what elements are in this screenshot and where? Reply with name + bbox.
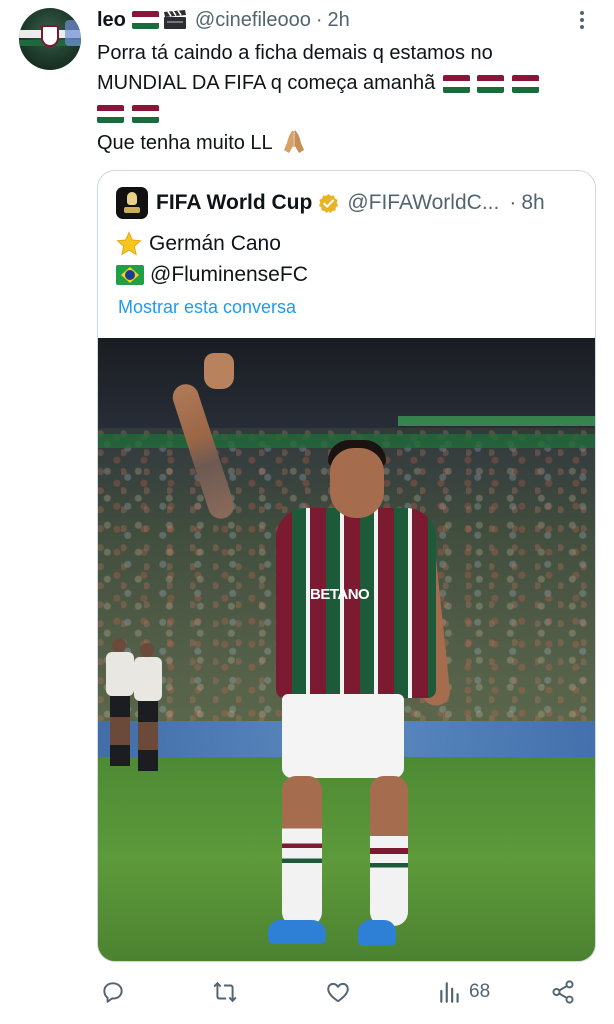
tweet-text-line2: MUNDIAL DA FIFA q começa amanhã bbox=[97, 68, 597, 98]
quote-line2-text[interactable]: @FluminenseFC bbox=[150, 263, 308, 287]
avatar[interactable] bbox=[19, 8, 81, 70]
fluminense-flag-icon bbox=[97, 104, 124, 123]
fifa-world-cup-logo-icon bbox=[116, 187, 148, 219]
more-vertical-icon[interactable] bbox=[572, 8, 592, 32]
folded-hands-icon bbox=[282, 128, 306, 154]
fluminense-flag-icon bbox=[511, 74, 539, 93]
reply-button[interactable] bbox=[100, 976, 126, 1008]
author-handle[interactable]: @cinefileooo bbox=[195, 9, 311, 32]
fluminense-flag-icon bbox=[442, 74, 470, 93]
quote-time[interactable]: 8h bbox=[521, 191, 544, 215]
star-icon bbox=[116, 231, 142, 257]
tweet-text-line2-text: MUNDIAL DA FIFA q começa amanhã bbox=[97, 72, 436, 94]
tweet-text-line4: Que tenha muito LL bbox=[97, 128, 597, 158]
main-player: BETANO bbox=[169, 348, 458, 961]
verified-badge-icon bbox=[318, 193, 339, 214]
fluminense-crest-icon bbox=[41, 25, 59, 47]
background-player bbox=[128, 643, 168, 773]
tweet-time[interactable]: 2h bbox=[328, 9, 350, 32]
fluminense-flag-icon bbox=[131, 104, 159, 123]
retweet-button[interactable] bbox=[212, 976, 238, 1008]
brazil-flag-icon bbox=[116, 265, 144, 285]
quoted-tweet[interactable]: FIFA World Cup @FIFAWorldC... · 8h Germá… bbox=[97, 170, 596, 962]
reply-icon bbox=[103, 982, 123, 1003]
tweet-text-line3 bbox=[97, 98, 597, 128]
quote-text-line1: Germán Cano bbox=[116, 231, 281, 257]
quoted-tweet-photo[interactable]: BETANO bbox=[98, 338, 595, 961]
views-icon bbox=[440, 982, 459, 1003]
tweet-text: Porra tá caindo a ficha demais q estamos… bbox=[97, 38, 597, 158]
quote-text-line2: @FluminenseFC bbox=[116, 263, 308, 287]
tweet-text-line4-text: Que tenha muito LL bbox=[97, 132, 272, 154]
views-count: 68 bbox=[469, 981, 491, 1002]
retweet-icon bbox=[213, 981, 237, 1003]
separator-dot: · bbox=[509, 191, 517, 214]
share-icon bbox=[552, 980, 574, 1004]
tweet-header: leo @cinefileooo · 2h bbox=[97, 6, 350, 34]
show-thread-link[interactable]: Mostrar esta conversa bbox=[118, 297, 296, 318]
quote-header: FIFA World Cup @FIFAWorldC... · 8h bbox=[116, 187, 545, 219]
tweet-text-line1: Porra tá caindo a ficha demais q estamos… bbox=[97, 42, 493, 64]
tweet-actions: 68 bbox=[0, 970, 614, 1014]
views-button[interactable]: 68 bbox=[437, 976, 490, 1008]
shirt-sponsor: BETANO bbox=[310, 586, 370, 603]
quote-author-name[interactable]: FIFA World Cup bbox=[156, 191, 312, 215]
author-name[interactable]: leo bbox=[97, 9, 126, 32]
fluminense-flag-icon bbox=[477, 74, 505, 93]
clapperboard-icon bbox=[163, 10, 187, 30]
share-button[interactable] bbox=[550, 976, 576, 1008]
like-button[interactable] bbox=[325, 976, 351, 1008]
tweet[interactable]: leo @cinefileooo · 2h Porra tá caindo a … bbox=[0, 0, 614, 1024]
fluminense-flag-icon bbox=[131, 11, 159, 29]
quote-line1-text: Germán Cano bbox=[149, 232, 281, 255]
separator-dot: · bbox=[315, 8, 323, 31]
heart-icon bbox=[327, 982, 349, 1003]
quote-author-handle[interactable]: @FIFAWorldC... bbox=[347, 191, 499, 215]
